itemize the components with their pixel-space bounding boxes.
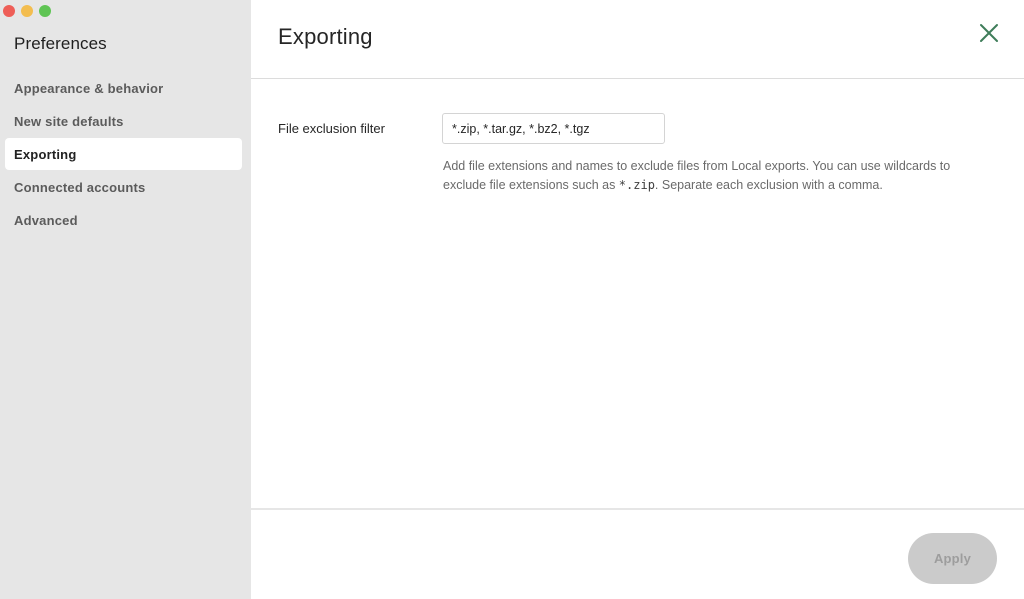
sidebar-nav: Appearance & behavior New site defaults … xyxy=(5,72,242,237)
wildcard-example: *.zip xyxy=(618,178,655,192)
window-close-button[interactable] xyxy=(3,5,15,17)
sidebar-item-advanced[interactable]: Advanced xyxy=(5,204,242,236)
sidebar-item-label: Advanced xyxy=(14,212,78,228)
panel-footer: Apply xyxy=(251,508,1024,599)
close-button[interactable] xyxy=(976,20,1002,46)
sidebar-item-new-site-defaults[interactable]: New site defaults xyxy=(5,105,242,137)
sidebar-title: Preferences xyxy=(14,34,107,53)
preferences-sidebar: Preferences Appearance & behavior New si… xyxy=(0,0,251,599)
sidebar-item-label: Exporting xyxy=(14,146,77,162)
main-panel: Exporting File exclusion filter Add file… xyxy=(251,0,1024,599)
panel-header: Exporting xyxy=(251,0,1024,79)
sidebar-item-label: Appearance & behavior xyxy=(14,80,164,96)
sidebar-item-label: New site defaults xyxy=(14,113,124,129)
file-exclusion-filter-input[interactable] xyxy=(442,113,665,144)
sidebar-item-appearance[interactable]: Appearance & behavior xyxy=(5,72,242,104)
apply-button[interactable]: Apply xyxy=(908,533,997,584)
file-exclusion-filter-label: File exclusion filter xyxy=(278,121,385,136)
file-exclusion-help-text: Add file extensions and names to exclude… xyxy=(443,159,951,192)
sidebar-item-connected-accounts[interactable]: Connected accounts xyxy=(5,171,242,203)
sidebar-item-exporting[interactable]: Exporting xyxy=(5,138,242,170)
page-title: Exporting xyxy=(278,24,373,49)
close-icon xyxy=(980,24,998,42)
window-zoom-button[interactable] xyxy=(39,5,51,17)
sidebar-item-label: Connected accounts xyxy=(14,179,146,195)
window-controls xyxy=(3,5,51,17)
window-minimize-button[interactable] xyxy=(21,5,33,17)
